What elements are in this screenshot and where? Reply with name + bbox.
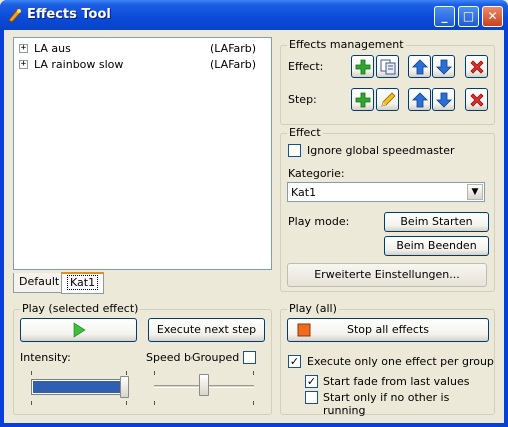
intensity-ticks-top xyxy=(31,371,127,375)
speed-slider-thumb[interactable] xyxy=(199,374,209,396)
delete-icon xyxy=(469,93,484,107)
ignore-speedmaster-checkbox[interactable] xyxy=(288,144,301,157)
delete-effect-button[interactable] xyxy=(465,55,488,78)
intensity-label: Intensity: xyxy=(20,351,71,364)
tree-item[interactable]: + LA rainbow slow (LAFarb) xyxy=(19,57,269,73)
speed-label: Speed bc xyxy=(146,351,198,364)
play-selected-group: Play (selected effect) Execute next step… xyxy=(13,302,272,415)
beim-starten-button[interactable]: Beim Starten xyxy=(384,212,489,232)
play-all-title: Play (all) xyxy=(287,302,339,315)
beim-beenden-button[interactable]: Beim Beenden xyxy=(384,236,489,256)
client-area: + LA aus (LAFarb) + LA rainbow slow (LAF… xyxy=(4,30,504,423)
copy-effect-button[interactable] xyxy=(376,55,399,78)
tree-item-label: LA aus xyxy=(34,42,71,55)
arrow-down-icon xyxy=(435,59,452,75)
play-all-group: Play (all) Stop all effects ✓ Execute on… xyxy=(280,302,495,417)
checkmark-icon: ✓ xyxy=(289,355,300,368)
execute-next-step-button[interactable]: Execute next step xyxy=(148,318,265,342)
tab-default-label: Default xyxy=(19,275,60,288)
plus-icon xyxy=(355,92,370,108)
checkmark-icon: ✓ xyxy=(306,375,317,388)
stop-icon xyxy=(297,323,311,337)
speed-ticks-top xyxy=(154,371,254,375)
effect-group: Effect Ignore global speedmaster Kategor… xyxy=(280,126,495,292)
intensity-slider[interactable] xyxy=(31,379,127,395)
start-fade-label: Start fade from last values xyxy=(323,375,470,388)
execute-one-per-group-checkbox[interactable]: ✓ xyxy=(288,355,301,368)
kategorie-select[interactable]: Kat1 ▼ xyxy=(287,182,485,202)
play-selected-title: Play (selected effect) xyxy=(20,302,141,315)
arrow-up-icon xyxy=(411,92,428,108)
maximize-button[interactable]: □ xyxy=(458,6,479,27)
grouped-label: Grouped xyxy=(192,351,240,364)
start-fade-checkbox[interactable]: ✓ xyxy=(305,375,318,388)
intensity-slider-thumb[interactable] xyxy=(120,376,129,398)
tree-item-label: LA rainbow slow xyxy=(34,58,124,71)
tree-item[interactable]: + LA aus (LAFarb) xyxy=(19,41,269,57)
pencil-icon xyxy=(380,92,396,107)
tree-item-tag: (LAFarb) xyxy=(210,42,257,55)
delete-step-button[interactable] xyxy=(465,88,488,111)
edit-step-button[interactable] xyxy=(376,88,399,111)
play-mode-label: Play mode: xyxy=(288,215,350,228)
arrow-down-icon xyxy=(435,92,452,108)
grouped-checkbox[interactable] xyxy=(243,351,256,364)
plus-icon xyxy=(355,59,370,75)
expand-icon[interactable]: + xyxy=(19,60,28,69)
effects-management-group: Effects management Effect: Step: xyxy=(280,38,495,125)
move-effect-down-button[interactable] xyxy=(432,55,455,78)
move-step-up-button[interactable] xyxy=(408,88,431,111)
speed-ticks-bottom xyxy=(154,401,254,405)
chevron-down-icon[interactable]: ▼ xyxy=(467,184,483,200)
step-label: Step: xyxy=(288,93,317,106)
minimize-button[interactable]: _ xyxy=(434,6,455,27)
kategorie-value: Kat1 xyxy=(291,186,317,199)
kategorie-label: Kategorie: xyxy=(288,167,345,180)
close-button[interactable]: ✕ xyxy=(482,6,503,27)
tab-kat1[interactable]: Kat1 xyxy=(61,272,105,294)
intensity-fill xyxy=(33,381,125,393)
effects-management-title: Effects management xyxy=(287,38,406,51)
move-effect-up-button[interactable] xyxy=(408,55,431,78)
intensity-ticks-bottom xyxy=(31,401,127,405)
stop-all-effects-button[interactable]: Stop all effects xyxy=(287,318,489,342)
play-button[interactable] xyxy=(20,318,137,342)
title-bar[interactable]: Effects Tool _ □ ✕ xyxy=(0,0,508,30)
arrow-up-icon xyxy=(411,59,428,75)
ignore-speedmaster-label: Ignore global speedmaster xyxy=(307,144,455,157)
app-icon xyxy=(8,9,21,23)
tab-default[interactable]: Default xyxy=(13,273,66,293)
start-only-checkbox[interactable] xyxy=(305,391,318,404)
add-step-button[interactable] xyxy=(351,88,374,111)
play-icon xyxy=(73,322,86,338)
window-title: Effects Tool xyxy=(27,7,111,22)
effects-tool-window: Effects Tool _ □ ✕ + LA aus (LAFarb) + L… xyxy=(0,0,508,427)
effect-group-title: Effect xyxy=(287,126,323,139)
stop-all-effects-label: Stop all effects xyxy=(346,323,430,336)
tree-item-tag: (LAFarb) xyxy=(210,58,257,71)
expand-icon[interactable]: + xyxy=(19,44,28,53)
effects-tree[interactable]: + LA aus (LAFarb) + LA rainbow slow (LAF… xyxy=(13,37,272,270)
move-step-down-button[interactable] xyxy=(432,88,455,111)
tab-kat1-label: Kat1 xyxy=(67,275,99,290)
effect-label: Effect: xyxy=(288,60,324,73)
add-effect-button[interactable] xyxy=(351,55,374,78)
copy-icon xyxy=(380,59,395,75)
erweiterte-einstellungen-button[interactable]: Erweiterte Einstellungen... xyxy=(287,263,487,287)
execute-one-per-group-label: Execute only one effect per group xyxy=(307,355,494,368)
start-only-label: Start only if no other is running xyxy=(323,391,450,417)
delete-icon xyxy=(469,60,484,74)
